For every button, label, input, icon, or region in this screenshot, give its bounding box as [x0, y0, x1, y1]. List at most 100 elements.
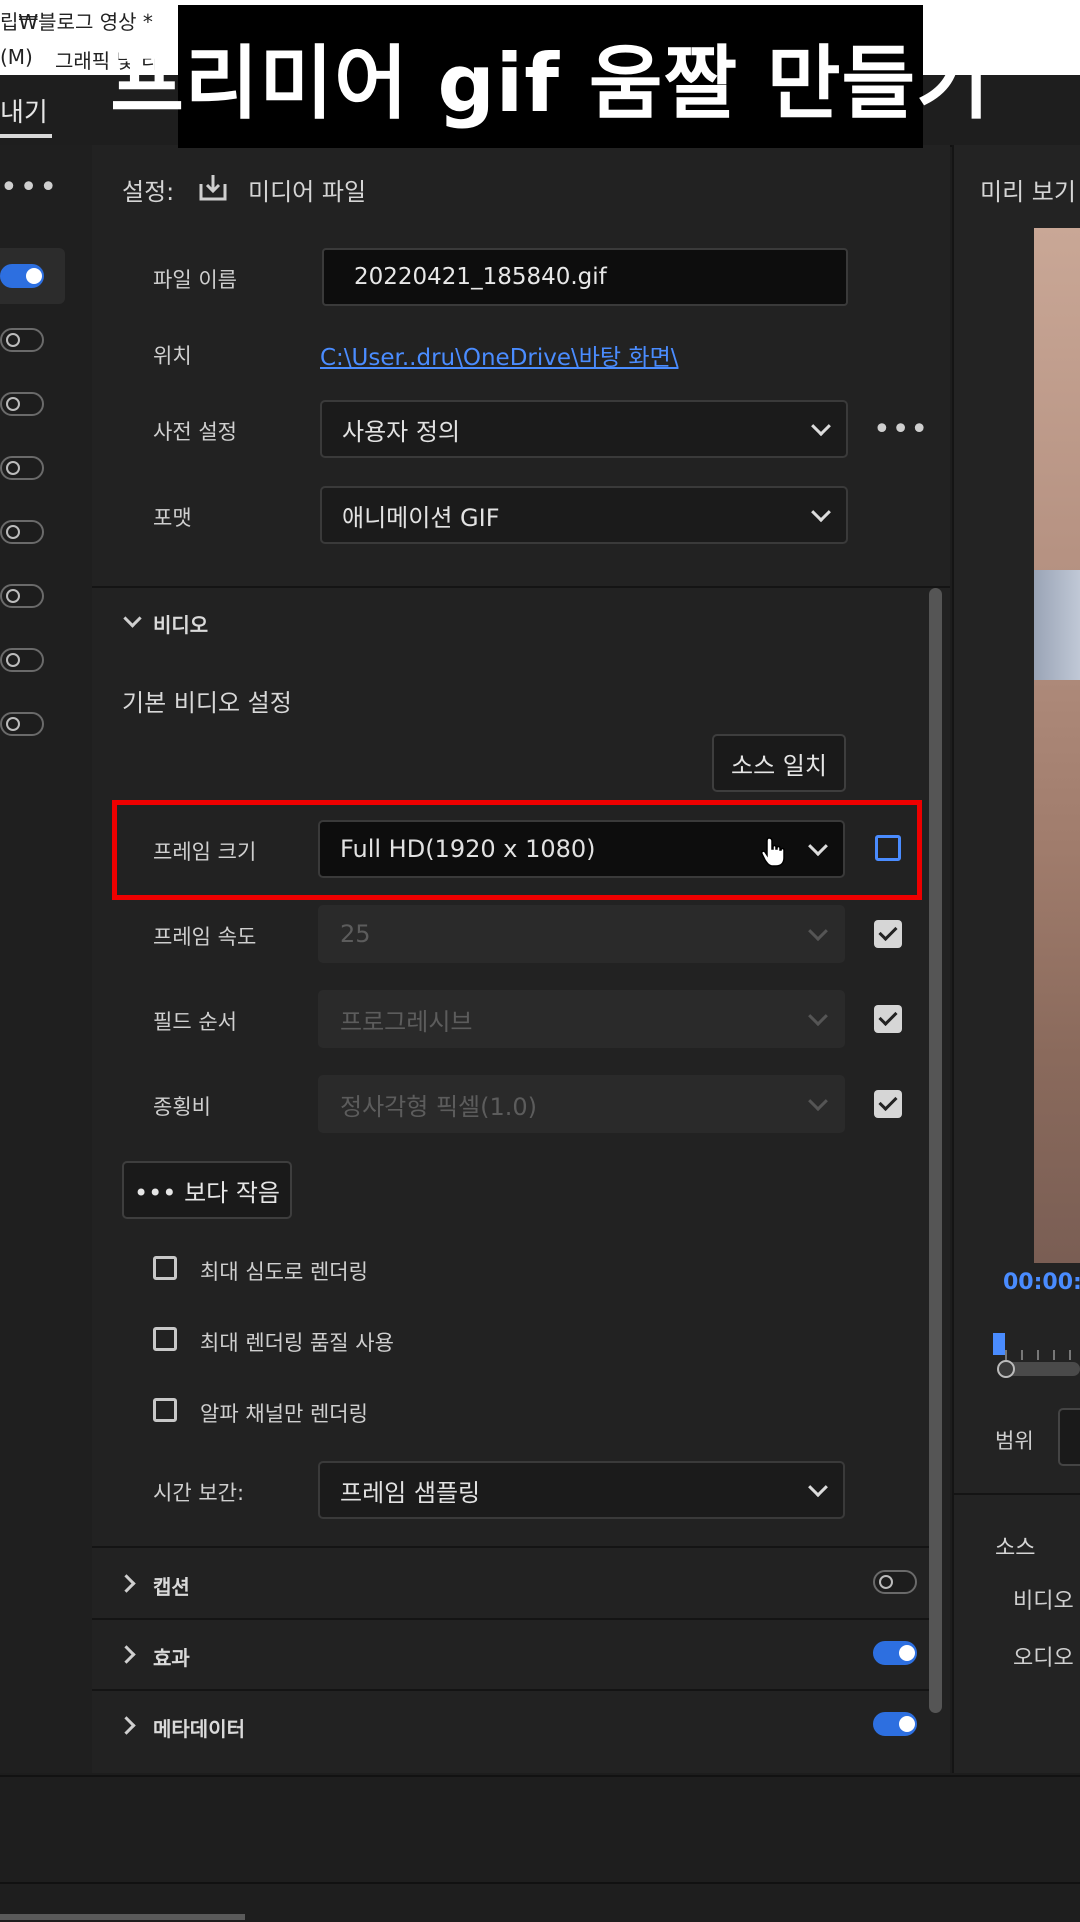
chevron-down-icon	[808, 1091, 828, 1112]
field-order-label: 필드 순서	[153, 1010, 237, 1034]
range-label: 범위	[995, 1429, 1034, 1453]
file-name-label: 파일 이름	[153, 268, 237, 292]
time-interpolation-value: 프레임 샘플링	[340, 1478, 481, 1507]
max-depth-label: 최대 심도로 렌더링	[200, 1260, 368, 1284]
range-dropdown[interactable]	[1058, 1408, 1080, 1466]
left-toggle-4[interactable]	[0, 456, 44, 480]
alpha-only-checkbox[interactable]	[153, 1398, 177, 1422]
left-toggle-2[interactable]	[0, 328, 44, 352]
basic-video-settings-title: 기본 비디오 설정	[122, 689, 292, 717]
toggle-knob	[26, 268, 42, 284]
divider	[92, 586, 950, 588]
aspect-ratio-label: 종횡비	[153, 1095, 211, 1119]
effects-section-header[interactable]: 효과	[153, 1642, 190, 1671]
left-toggle-6[interactable]	[0, 584, 44, 608]
aspect-ratio-checkbox[interactable]	[874, 1090, 902, 1118]
headline-text: 프리미어 gif 움짤 만들기	[110, 36, 991, 130]
settings-label: 설정:	[122, 178, 175, 206]
toggle-knob	[6, 525, 20, 539]
range-slider-handle[interactable]	[997, 1360, 1015, 1378]
preview-label: 미리 보기	[980, 178, 1076, 206]
frame-rate-dropdown[interactable]: 25	[318, 905, 845, 963]
toggle-knob	[879, 1575, 893, 1589]
chevron-down-icon	[808, 1006, 828, 1027]
chevron-down-icon	[811, 502, 831, 523]
preset-label: 사전 설정	[153, 420, 237, 444]
field-order-dropdown[interactable]: 프로그레시브	[318, 990, 845, 1048]
highlight-box	[112, 800, 922, 900]
divider	[92, 1546, 930, 1548]
toggle-knob	[6, 333, 20, 347]
divider	[92, 1618, 930, 1620]
format-dropdown[interactable]: 애니메이션 GIF	[320, 486, 848, 544]
toggle-knob	[6, 397, 20, 411]
frame-rate-label: 프레임 속도	[153, 925, 257, 949]
left-toggle-7[interactable]	[0, 648, 44, 672]
frame-rate-value: 25	[340, 920, 371, 948]
match-source-button[interactable]: 소스 일치	[712, 734, 846, 792]
divider	[0, 1882, 1080, 1884]
location-label: 위치	[153, 344, 192, 368]
captions-toggle[interactable]	[873, 1570, 917, 1594]
time-interpolation-label: 시간 보간:	[153, 1481, 245, 1505]
horizontal-scrollbar[interactable]	[0, 1914, 245, 1920]
file-name-value: 20220421_185840.gif	[354, 264, 607, 290]
max-depth-checkbox[interactable]	[153, 1256, 177, 1280]
left-toggle-1[interactable]	[0, 264, 44, 288]
left-toggle-5[interactable]	[0, 520, 44, 544]
format-value: 애니메이션 GIF	[342, 503, 500, 532]
toggle-knob	[6, 461, 20, 475]
toggle-knob	[899, 1645, 915, 1661]
source-label: 소스	[995, 1536, 1036, 1561]
preset-value: 사용자 정의	[342, 417, 461, 446]
chevron-down-icon	[808, 1477, 828, 1498]
show-less-button[interactable]: ••• 보다 작음	[122, 1161, 292, 1219]
timecode[interactable]: 00:00:0	[1003, 1270, 1080, 1295]
location-link[interactable]: C:\User..dru\OneDrive\바탕 화면\	[320, 338, 678, 372]
toggle-knob	[6, 653, 20, 667]
timeline-ticks	[1005, 1350, 1080, 1360]
toggle-knob	[6, 589, 20, 603]
alpha-only-label: 알파 채널만 렌더링	[200, 1402, 368, 1426]
tab-export[interactable]: 내기	[0, 92, 48, 129]
metadata-section-header[interactable]: 메타데이터	[153, 1713, 245, 1742]
preset-more-icon[interactable]: •••	[873, 412, 929, 447]
aspect-ratio-dropdown[interactable]: 정사각형 픽셀(1.0)	[318, 1075, 845, 1133]
headline-banner: 프리미어 gif 움짤 만들기	[110, 5, 990, 148]
settings-scrollbar[interactable]	[929, 588, 942, 1713]
video-section-header[interactable]: 비디오	[153, 609, 208, 638]
format-label: 포맷	[153, 506, 192, 530]
left-more-icon[interactable]: •••	[0, 170, 59, 205]
metadata-toggle[interactable]	[873, 1712, 917, 1736]
active-tab-indicator	[0, 134, 52, 138]
menu-item-m[interactable]: (M)	[0, 45, 33, 69]
export-icon[interactable]	[198, 172, 228, 202]
left-toggle-8[interactable]	[0, 712, 44, 736]
file-name-input[interactable]: 20220421_185840.gif	[322, 248, 848, 306]
divider	[952, 1493, 1080, 1495]
left-toggle-3[interactable]	[0, 392, 44, 416]
divider	[92, 1689, 930, 1691]
preset-dropdown[interactable]: 사용자 정의	[320, 400, 848, 458]
field-order-value: 프로그레시브	[340, 1007, 473, 1036]
effects-toggle[interactable]	[873, 1641, 917, 1665]
captions-section-header[interactable]: 캡션	[153, 1571, 190, 1600]
chevron-down-icon	[808, 921, 828, 942]
frame-rate-checkbox[interactable]	[874, 920, 902, 948]
source-video-label: 비디오	[1013, 1589, 1074, 1614]
field-order-checkbox[interactable]	[874, 1005, 902, 1033]
toggle-knob	[6, 717, 20, 731]
bottom-bar	[0, 1775, 1080, 1922]
time-interpolation-dropdown[interactable]: 프레임 샘플링	[318, 1461, 845, 1519]
playhead[interactable]	[993, 1333, 1005, 1355]
toggle-knob	[899, 1716, 915, 1732]
preview-image-detail	[1034, 570, 1080, 680]
left-panel	[0, 145, 94, 1773]
settings-value: 미디어 파일	[248, 178, 367, 206]
chevron-down-icon	[811, 416, 831, 437]
preview-image	[1034, 228, 1080, 1263]
aspect-ratio-value: 정사각형 픽셀(1.0)	[340, 1092, 538, 1121]
max-quality-label: 최대 렌더링 품질 사용	[200, 1331, 394, 1355]
source-audio-label: 오디오	[1013, 1646, 1074, 1671]
max-quality-checkbox[interactable]	[153, 1327, 177, 1351]
